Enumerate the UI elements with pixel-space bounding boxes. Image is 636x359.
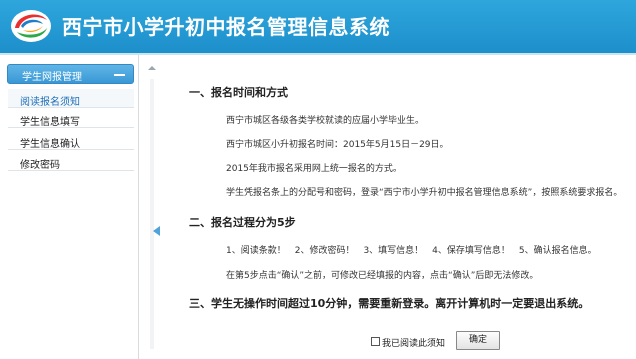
section-title: 一、报名时间和方式 xyxy=(189,86,288,99)
confirm-button[interactable]: 确定 xyxy=(456,331,500,350)
app-header: 西宁市小学升初中报名管理信息系统 xyxy=(0,0,636,53)
section-title: 三、学生无操作时间超过10分钟，需要重新登录。离开计算机时一定要退出系统。 xyxy=(189,297,590,310)
notice-line: 在第5步点击“确认”之前，可修改已经填报的内容，点击“确认”后即无法修改。 xyxy=(226,271,539,281)
sidebar-item-change-password[interactable]: 修改密码 xyxy=(8,152,134,171)
sidebar-item-fill-info[interactable]: 学生信息填写 xyxy=(8,109,134,128)
sidebar-item-read-notice[interactable]: 阅读报名须知 xyxy=(8,89,134,108)
scrollbar-track[interactable] xyxy=(150,79,154,349)
step-list: 1、阅读条款！ 2、修改密码！ 3、填写信息！ 4、保存填写信息！ 5、确认报名… xyxy=(226,246,597,256)
agree-label[interactable]: 我已阅读此须知 xyxy=(382,336,445,349)
notice-line: 西宁市城区各级各类学校就读的应届小学毕业生。 xyxy=(226,116,425,126)
notice-line: 西宁市城区小升初报名时间：2015年5月15日－29日。 xyxy=(226,140,449,150)
notice-content: 一、报名时间和方式 西宁市城区各级各类学校就读的应届小学毕业生。 西宁市城区小升… xyxy=(162,55,636,359)
section-title: 二、报名过程分为5步 xyxy=(189,216,296,229)
app-logo-icon xyxy=(11,10,51,42)
sidebar-group-header[interactable]: 学生网报管理 xyxy=(7,64,134,84)
sidebar: 学生网报管理 阅读报名须知 学生信息填写 学生信息确认 修改密码 xyxy=(0,55,138,359)
collapse-minus-icon[interactable] xyxy=(114,74,125,76)
sidebar-item-confirm-info[interactable]: 学生信息确认 xyxy=(8,131,134,150)
notice-line: 2015年我市报名采用网上统一报名的方式。 xyxy=(226,164,402,174)
app-title: 西宁市小学升初中报名管理信息系统 xyxy=(62,15,390,39)
notice-line: 学生凭报名条上的分配号和密码，登录“西宁市小学升初中报名管理信息系统”，按照系统… xyxy=(226,188,623,198)
sidebar-group-label: 学生网报管理 xyxy=(22,72,82,83)
sidebar-splitter xyxy=(138,55,162,359)
collapse-sidebar-arrow-icon[interactable] xyxy=(153,226,160,236)
agree-checkbox[interactable] xyxy=(371,337,380,346)
scroll-up-icon[interactable] xyxy=(148,66,156,70)
